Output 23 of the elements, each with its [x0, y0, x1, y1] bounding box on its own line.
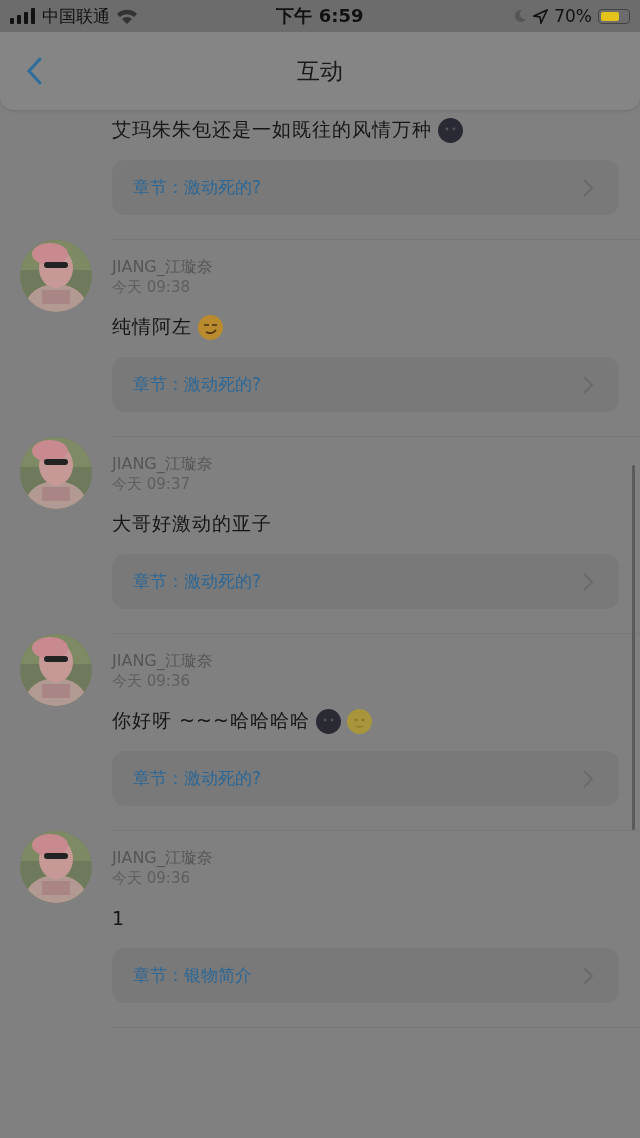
signal-icon — [10, 8, 36, 24]
moon-face-icon — [346, 708, 372, 734]
battery-percent: 70% — [554, 6, 592, 26]
comment-text: 1 — [112, 907, 126, 929]
dark-moon-face-icon — [315, 708, 341, 734]
chapter-link[interactable]: 章节：激动死的? — [112, 357, 619, 412]
comment-text: 大哥好激动的亚子 — [112, 511, 272, 536]
chapter-link[interactable]: 章节：激动死的? — [112, 160, 619, 215]
battery-icon — [598, 8, 630, 24]
comment-text: 你好呀 ~~~哈哈哈哈 — [112, 708, 310, 733]
back-icon[interactable] — [26, 57, 42, 85]
wifi-icon — [116, 8, 138, 24]
smirk-face-icon — [198, 314, 223, 340]
comment-text: 艾玛朱朱包还是一如既往的风情万种 — [112, 117, 432, 142]
dark-moon-face-icon — [438, 117, 463, 143]
chapter-link[interactable]: 章节：银物简介 — [112, 948, 619, 1003]
chapter-link[interactable]: 章节：激动死的? — [112, 554, 619, 609]
comment-text: 纯情阿左 — [112, 314, 192, 339]
page-title: 互动 — [297, 56, 343, 86]
carrier-name: 中国联通 — [42, 4, 110, 28]
location-arrow-icon — [533, 8, 549, 24]
chapter-link[interactable]: 章节：激动死的? — [112, 751, 619, 806]
clock-time: 下午 6:59 — [276, 4, 364, 28]
